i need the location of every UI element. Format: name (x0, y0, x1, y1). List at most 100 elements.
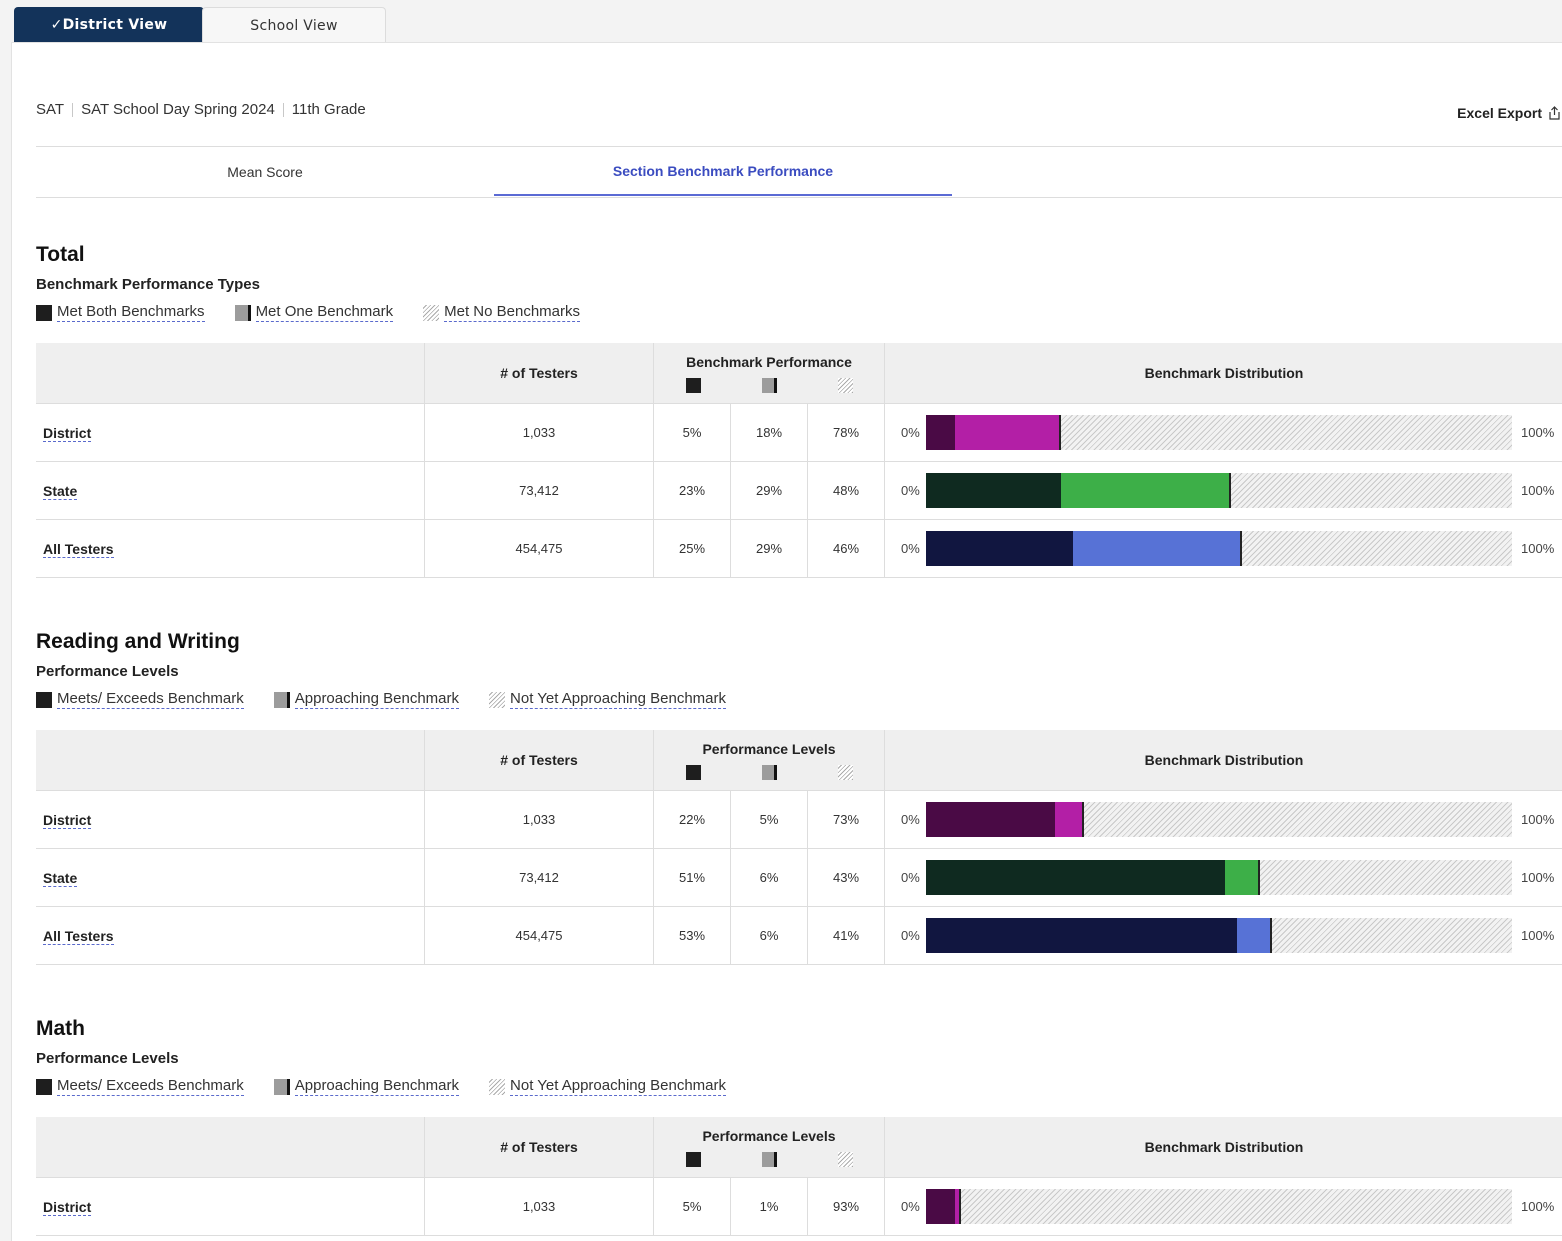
legend-item-none[interactable]: Met No Benchmarks (423, 303, 580, 322)
distribution-cell: 0% 100% (885, 907, 1562, 965)
section-subtitle: Performance Levels (36, 663, 179, 680)
header-performance: Performance Levels (654, 730, 885, 791)
distribution-cell: 0% 100% (885, 1178, 1562, 1236)
swatch-gray-icon (762, 765, 777, 780)
axis-hundred-label: 100% (1512, 541, 1554, 556)
axis-zero-label: 0% (885, 812, 926, 827)
table-row: District 1,033 5% 1% 93% 0% 100% (36, 1178, 1562, 1236)
pct-met-one: 6% (731, 907, 808, 965)
legend-label: Meets/ Exceeds Benchmark (57, 690, 244, 709)
tab-section-benchmark-performance[interactable]: Section Benchmark Performance (494, 147, 952, 196)
section-title: Reading and Writing (36, 630, 240, 654)
distribution-bar (926, 531, 1512, 566)
axis-zero-label: 0% (885, 928, 926, 943)
tab-school-view-label: School View (250, 18, 337, 34)
distribution-bar (926, 860, 1512, 895)
distribution-bar (926, 1189, 1512, 1224)
row-label-cell: District (36, 791, 425, 849)
legend-item-top[interactable]: Meets/ Exceeds Benchmark (36, 1077, 244, 1096)
section-title: Math (36, 1017, 85, 1041)
bar-segment-mid (1225, 860, 1260, 895)
legend-item-top[interactable]: Meets/ Exceeds Benchmark (36, 690, 244, 709)
pct-met-none: 41% (808, 907, 885, 965)
legend-label: Not Yet Approaching Benchmark (510, 1077, 726, 1096)
view-tabs: ✓District View School View (14, 7, 386, 43)
table-row: All Testers 454,475 53% 6% 41% 0% 100% (36, 907, 1562, 965)
distribution-cell: 0% 100% (885, 404, 1562, 462)
testers-count: 1,033 (425, 404, 654, 462)
row-label-link[interactable]: All Testers (43, 928, 114, 945)
axis-hundred-label: 100% (1512, 425, 1554, 440)
legend-item-mid[interactable]: Met One Benchmark (235, 303, 394, 322)
pct-met-none: 73% (808, 791, 885, 849)
table-row: All Testers 454,475 25% 29% 46% 0% 100% (36, 520, 1562, 578)
breadcrumb-test: SAT (36, 101, 64, 118)
legend-item-none[interactable]: Not Yet Approaching Benchmark (489, 690, 726, 709)
benchmark-table: # of Testers Performance Levels Benchmar… (36, 1117, 1562, 1236)
header-testers: # of Testers (425, 730, 654, 791)
legend-label: Meets/ Exceeds Benchmark (57, 1077, 244, 1096)
bar-segment-mid (1055, 802, 1084, 837)
distribution-bar (926, 802, 1512, 837)
header-blank (36, 343, 425, 404)
legend-item-top[interactable]: Met Both Benchmarks (36, 303, 205, 322)
row-label-cell: State (36, 849, 425, 907)
row-label-link[interactable]: State (43, 870, 77, 887)
bar-segment-top (926, 860, 1225, 895)
swatch-solid-icon (36, 305, 52, 321)
table-row: State 73,412 51% 6% 43% 0% 100% (36, 849, 1562, 907)
legend-item-mid[interactable]: Approaching Benchmark (274, 1077, 459, 1096)
row-label-cell: All Testers (36, 520, 425, 578)
tab-school-view[interactable]: School View (202, 7, 386, 43)
axis-zero-label: 0% (885, 541, 926, 556)
testers-count: 1,033 (425, 791, 654, 849)
row-label-link[interactable]: All Testers (43, 541, 114, 558)
axis-hundred-label: 100% (1512, 812, 1554, 827)
header-distribution: Benchmark Distribution (885, 1117, 1562, 1178)
breadcrumb-divider (283, 103, 284, 117)
header-performance-label: Performance Levels (702, 741, 835, 757)
section-subtitle: Benchmark Performance Types (36, 276, 260, 293)
header-testers: # of Testers (425, 1117, 654, 1178)
header-performance-label: Benchmark Performance (686, 354, 852, 370)
benchmark-table: # of Testers Performance Levels Benchmar… (36, 730, 1562, 965)
pct-met-none: 46% (808, 520, 885, 578)
row-label-link[interactable]: State (43, 483, 77, 500)
swatch-gray-icon (235, 305, 251, 321)
axis-hundred-label: 100% (1512, 870, 1554, 885)
distribution-bar (926, 918, 1512, 953)
pct-met-both: 5% (654, 404, 731, 462)
benchmark-table: # of Testers Benchmark Performance Bench… (36, 343, 1562, 578)
swatch-gray-icon (762, 378, 777, 393)
row-label-link[interactable]: District (43, 1199, 91, 1216)
table-row: State 73,412 23% 29% 48% 0% 100% (36, 462, 1562, 520)
bar-segment-mid (1061, 473, 1231, 508)
section-title: Total (36, 243, 85, 267)
row-label-cell: District (36, 404, 425, 462)
row-label-link[interactable]: District (43, 425, 91, 442)
content-panel: SAT SAT School Day Spring 2024 11th Grad… (11, 42, 1562, 1241)
tab-mean-score[interactable]: Mean Score (36, 147, 494, 196)
distribution-bar (926, 473, 1512, 508)
legend-label: Approaching Benchmark (295, 1077, 459, 1096)
swatch-hatch-icon (489, 1079, 505, 1095)
section-tabs: Mean Score Section Benchmark Performance (36, 146, 1562, 198)
axis-zero-label: 0% (885, 870, 926, 885)
legend-item-mid[interactable]: Approaching Benchmark (274, 690, 459, 709)
legend: Meets/ Exceeds Benchmark Approaching Ben… (36, 1077, 756, 1096)
swatch-hatch-icon (838, 378, 853, 393)
pct-met-both: 5% (654, 1178, 731, 1236)
tab-district-view[interactable]: ✓District View (14, 7, 204, 43)
testers-count: 73,412 (425, 849, 654, 907)
pct-met-none: 48% (808, 462, 885, 520)
legend-item-none[interactable]: Not Yet Approaching Benchmark (489, 1077, 726, 1096)
excel-export-button[interactable]: Excel Export (1457, 105, 1561, 121)
swatch-hatch-icon (838, 1152, 853, 1167)
legend: Meets/ Exceeds Benchmark Approaching Ben… (36, 690, 756, 709)
pct-met-none: 78% (808, 404, 885, 462)
breadcrumb-administration: SAT School Day Spring 2024 (81, 101, 275, 118)
bar-segment-top (926, 802, 1055, 837)
bar-segment-mid (1237, 918, 1272, 953)
row-label-link[interactable]: District (43, 812, 91, 829)
share-export-icon (1548, 106, 1561, 120)
